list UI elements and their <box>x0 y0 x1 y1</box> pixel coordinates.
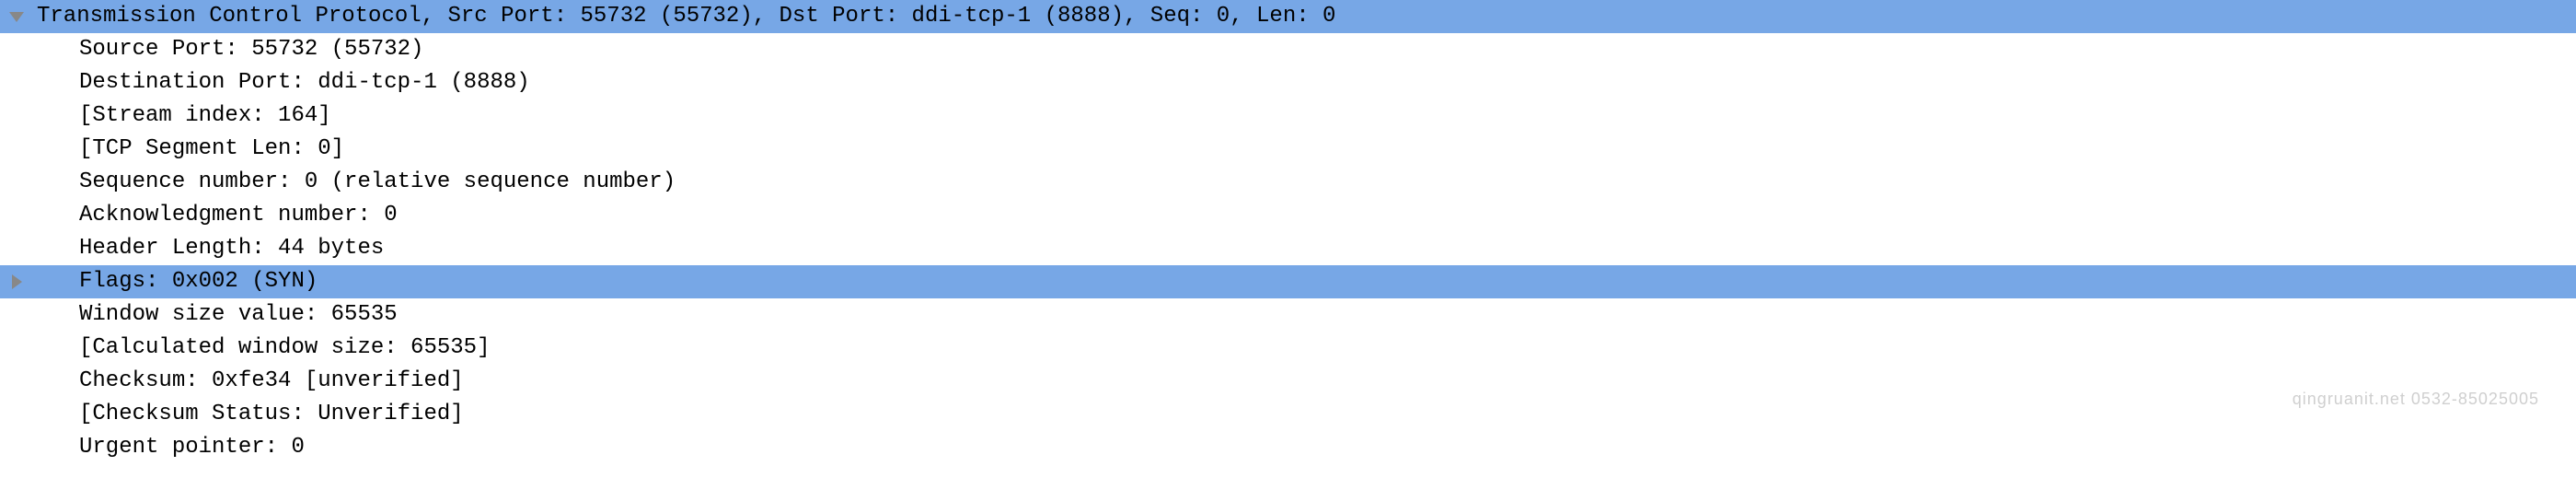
hdr-len-text: Header Length: 44 bytes <box>33 232 2576 265</box>
ack-num-text: Acknowledgment number: 0 <box>33 199 2576 232</box>
ack-num-row[interactable]: Acknowledgment number: 0 <box>0 199 2576 232</box>
src-port-text: Source Port: 55732 (55732) <box>33 33 2576 66</box>
flags-text: Flags: 0x002 (SYN) <box>75 265 2576 298</box>
seg-len-text: [TCP Segment Len: 0] <box>33 133 2576 166</box>
stream-index-text: [Stream index: 164] <box>33 99 2576 133</box>
expand-toggle[interactable] <box>0 12 33 22</box>
checksum-text: Checksum: 0xfe34 [unverified] <box>33 365 2576 398</box>
urgent-row[interactable]: Urgent pointer: 0 <box>0 431 2576 464</box>
calc-win-row[interactable]: [Calculated window size: 65535] <box>0 332 2576 365</box>
chevron-down-icon <box>9 12 24 22</box>
flags-row[interactable]: Flags: 0x002 (SYN) <box>0 265 2576 298</box>
checksum-status-row[interactable]: [Checksum Status: Unverified] <box>0 398 2576 431</box>
chevron-right-icon <box>12 274 22 289</box>
watermark-text: qingruanit.net 0532-85025005 <box>2293 387 2539 412</box>
seg-len-row[interactable]: [TCP Segment Len: 0] <box>0 133 2576 166</box>
expand-toggle[interactable] <box>0 274 33 289</box>
hdr-len-row[interactable]: Header Length: 44 bytes <box>0 232 2576 265</box>
tcp-header-row[interactable]: Transmission Control Protocol, Src Port:… <box>0 0 2576 33</box>
seq-num-row[interactable]: Sequence number: 0 (relative sequence nu… <box>0 166 2576 199</box>
checksum-status-text: [Checksum Status: Unverified] <box>33 398 2576 431</box>
stream-index-row[interactable]: [Stream index: 164] <box>0 99 2576 133</box>
tcp-header-text: Transmission Control Protocol, Src Port:… <box>33 0 2576 33</box>
dst-port-row[interactable]: Destination Port: ddi-tcp-1 (8888) <box>0 66 2576 99</box>
src-port-row[interactable]: Source Port: 55732 (55732) <box>0 33 2576 66</box>
win-size-row[interactable]: Window size value: 65535 <box>0 298 2576 332</box>
checksum-row[interactable]: Checksum: 0xfe34 [unverified] <box>0 365 2576 398</box>
dst-port-text: Destination Port: ddi-tcp-1 (8888) <box>33 66 2576 99</box>
win-size-text: Window size value: 65535 <box>33 298 2576 332</box>
calc-win-text: [Calculated window size: 65535] <box>33 332 2576 365</box>
seq-num-text: Sequence number: 0 (relative sequence nu… <box>33 166 2576 199</box>
urgent-text: Urgent pointer: 0 <box>33 431 2576 464</box>
